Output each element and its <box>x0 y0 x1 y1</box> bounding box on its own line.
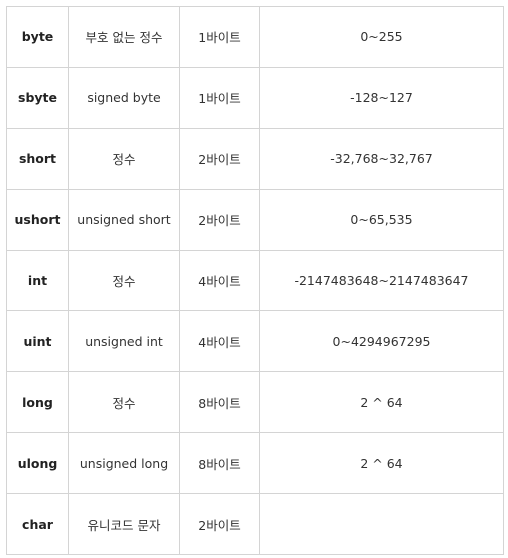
description-cell: 정수 <box>68 127 180 190</box>
size-cell: 8바이트 <box>179 432 260 495</box>
type-name-cell: short <box>6 127 69 190</box>
type-name-cell: int <box>6 249 69 312</box>
description-cell: 유니코드 문자 <box>68 493 180 556</box>
range-cell: 0~255 <box>259 6 504 68</box>
type-name-cell: char <box>6 493 69 556</box>
range-cell: 0~65,535 <box>259 188 504 251</box>
description-cell: unsigned long <box>68 432 180 495</box>
size-cell: 4바이트 <box>179 310 260 373</box>
type-name-cell: ushort <box>6 188 69 251</box>
size-cell: 2바이트 <box>179 493 260 556</box>
range-cell: -32,768~32,767 <box>259 127 504 190</box>
table-row: byte 부호 없는 정수 1바이트 0~255 <box>6 6 504 68</box>
data-type-table: byte 부호 없는 정수 1바이트 0~255 sbyte signed by… <box>6 6 504 556</box>
table-row: ushort unsigned short 2바이트 0~65,535 <box>6 188 504 251</box>
range-cell: -2147483648~2147483647 <box>259 249 504 312</box>
description-cell: 부호 없는 정수 <box>68 6 180 68</box>
table-row: char 유니코드 문자 2바이트 <box>6 493 504 556</box>
size-cell: 2바이트 <box>179 127 260 190</box>
description-cell: 정수 <box>68 249 180 312</box>
type-name-cell: sbyte <box>6 66 69 129</box>
table-row: ulong unsigned long 8바이트 2 ^ 64 <box>6 432 504 495</box>
type-name-cell: uint <box>6 310 69 373</box>
table-row: uint unsigned int 4바이트 0~4294967295 <box>6 310 504 373</box>
range-cell <box>259 493 504 556</box>
description-cell: signed byte <box>68 66 180 129</box>
table-row: int 정수 4바이트 -2147483648~2147483647 <box>6 249 504 312</box>
size-cell: 2바이트 <box>179 188 260 251</box>
range-cell: 2 ^ 64 <box>259 371 504 434</box>
type-name-cell: long <box>6 371 69 434</box>
table-row: short 정수 2바이트 -32,768~32,767 <box>6 127 504 190</box>
size-cell: 1바이트 <box>179 66 260 129</box>
size-cell: 1바이트 <box>179 6 260 68</box>
description-cell: unsigned int <box>68 310 180 373</box>
range-cell: -128~127 <box>259 66 504 129</box>
range-cell: 2 ^ 64 <box>259 432 504 495</box>
size-cell: 8바이트 <box>179 371 260 434</box>
type-name-cell: ulong <box>6 432 69 495</box>
range-cell: 0~4294967295 <box>259 310 504 373</box>
type-name-cell: byte <box>6 6 69 68</box>
size-cell: 4바이트 <box>179 249 260 312</box>
description-cell: 정수 <box>68 371 180 434</box>
table-row: sbyte signed byte 1바이트 -128~127 <box>6 66 504 129</box>
table-row: long 정수 8바이트 2 ^ 64 <box>6 371 504 434</box>
description-cell: unsigned short <box>68 188 180 251</box>
